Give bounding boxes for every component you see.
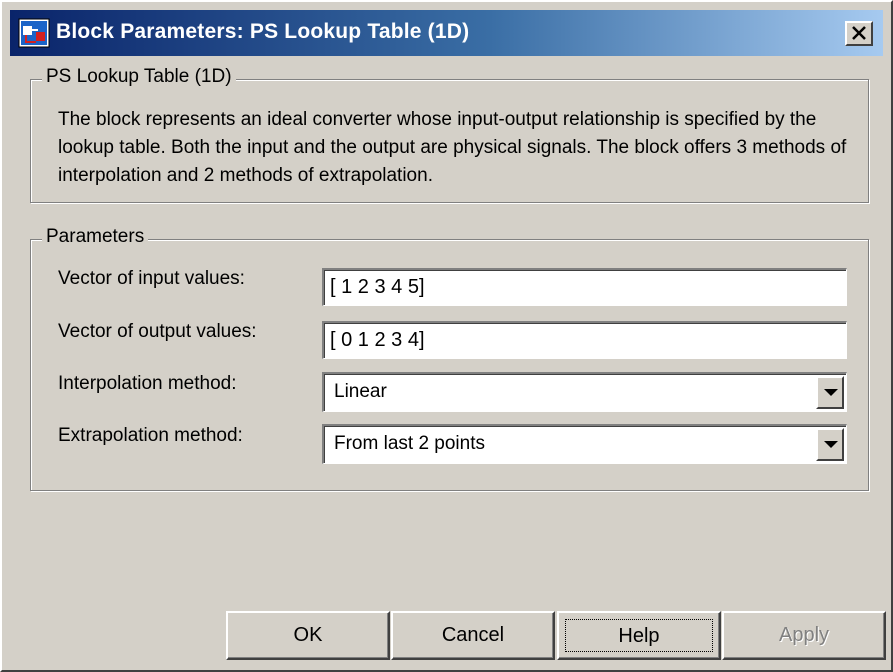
interpolation-dropdown-button[interactable]: [816, 376, 844, 409]
cancel-button[interactable]: Cancel: [391, 611, 555, 660]
input-values-label: Vector of input values:: [58, 268, 245, 289]
close-icon: [852, 26, 866, 40]
close-button[interactable]: [845, 21, 873, 46]
window-title: Block Parameters: PS Lookup Table (1D): [56, 20, 470, 43]
extrapolation-method-label: Extrapolation method:: [58, 425, 243, 446]
chevron-down-icon: [824, 441, 838, 448]
description-group-title: PS Lookup Table (1D): [42, 66, 236, 88]
interpolation-method-value: Linear: [334, 381, 387, 402]
title-bar[interactable]: Block Parameters: PS Lookup Table (1D): [10, 10, 883, 56]
output-values-field[interactable]: [322, 321, 847, 359]
simulink-block-icon: [18, 18, 50, 48]
help-button[interactable]: Help: [557, 611, 721, 660]
extrapolation-method-select[interactable]: From last 2 points: [322, 424, 847, 464]
interpolation-method-label: Interpolation method:: [58, 373, 237, 394]
ok-button[interactable]: OK: [226, 611, 390, 660]
extrapolation-dropdown-button[interactable]: [816, 428, 844, 461]
dialog-window: Block Parameters: PS Lookup Table (1D) P…: [0, 0, 893, 672]
interpolation-method-select[interactable]: Linear: [322, 372, 847, 412]
parameters-group-title: Parameters: [42, 226, 149, 248]
output-values-label: Vector of output values:: [58, 321, 257, 342]
extrapolation-method-value: From last 2 points: [334, 433, 485, 454]
block-description: The block represents an ideal converter …: [58, 109, 847, 186]
input-values-field[interactable]: [322, 268, 847, 306]
apply-button[interactable]: Apply: [722, 611, 886, 660]
help-button-label: Help: [565, 619, 713, 652]
chevron-down-icon: [824, 389, 838, 396]
